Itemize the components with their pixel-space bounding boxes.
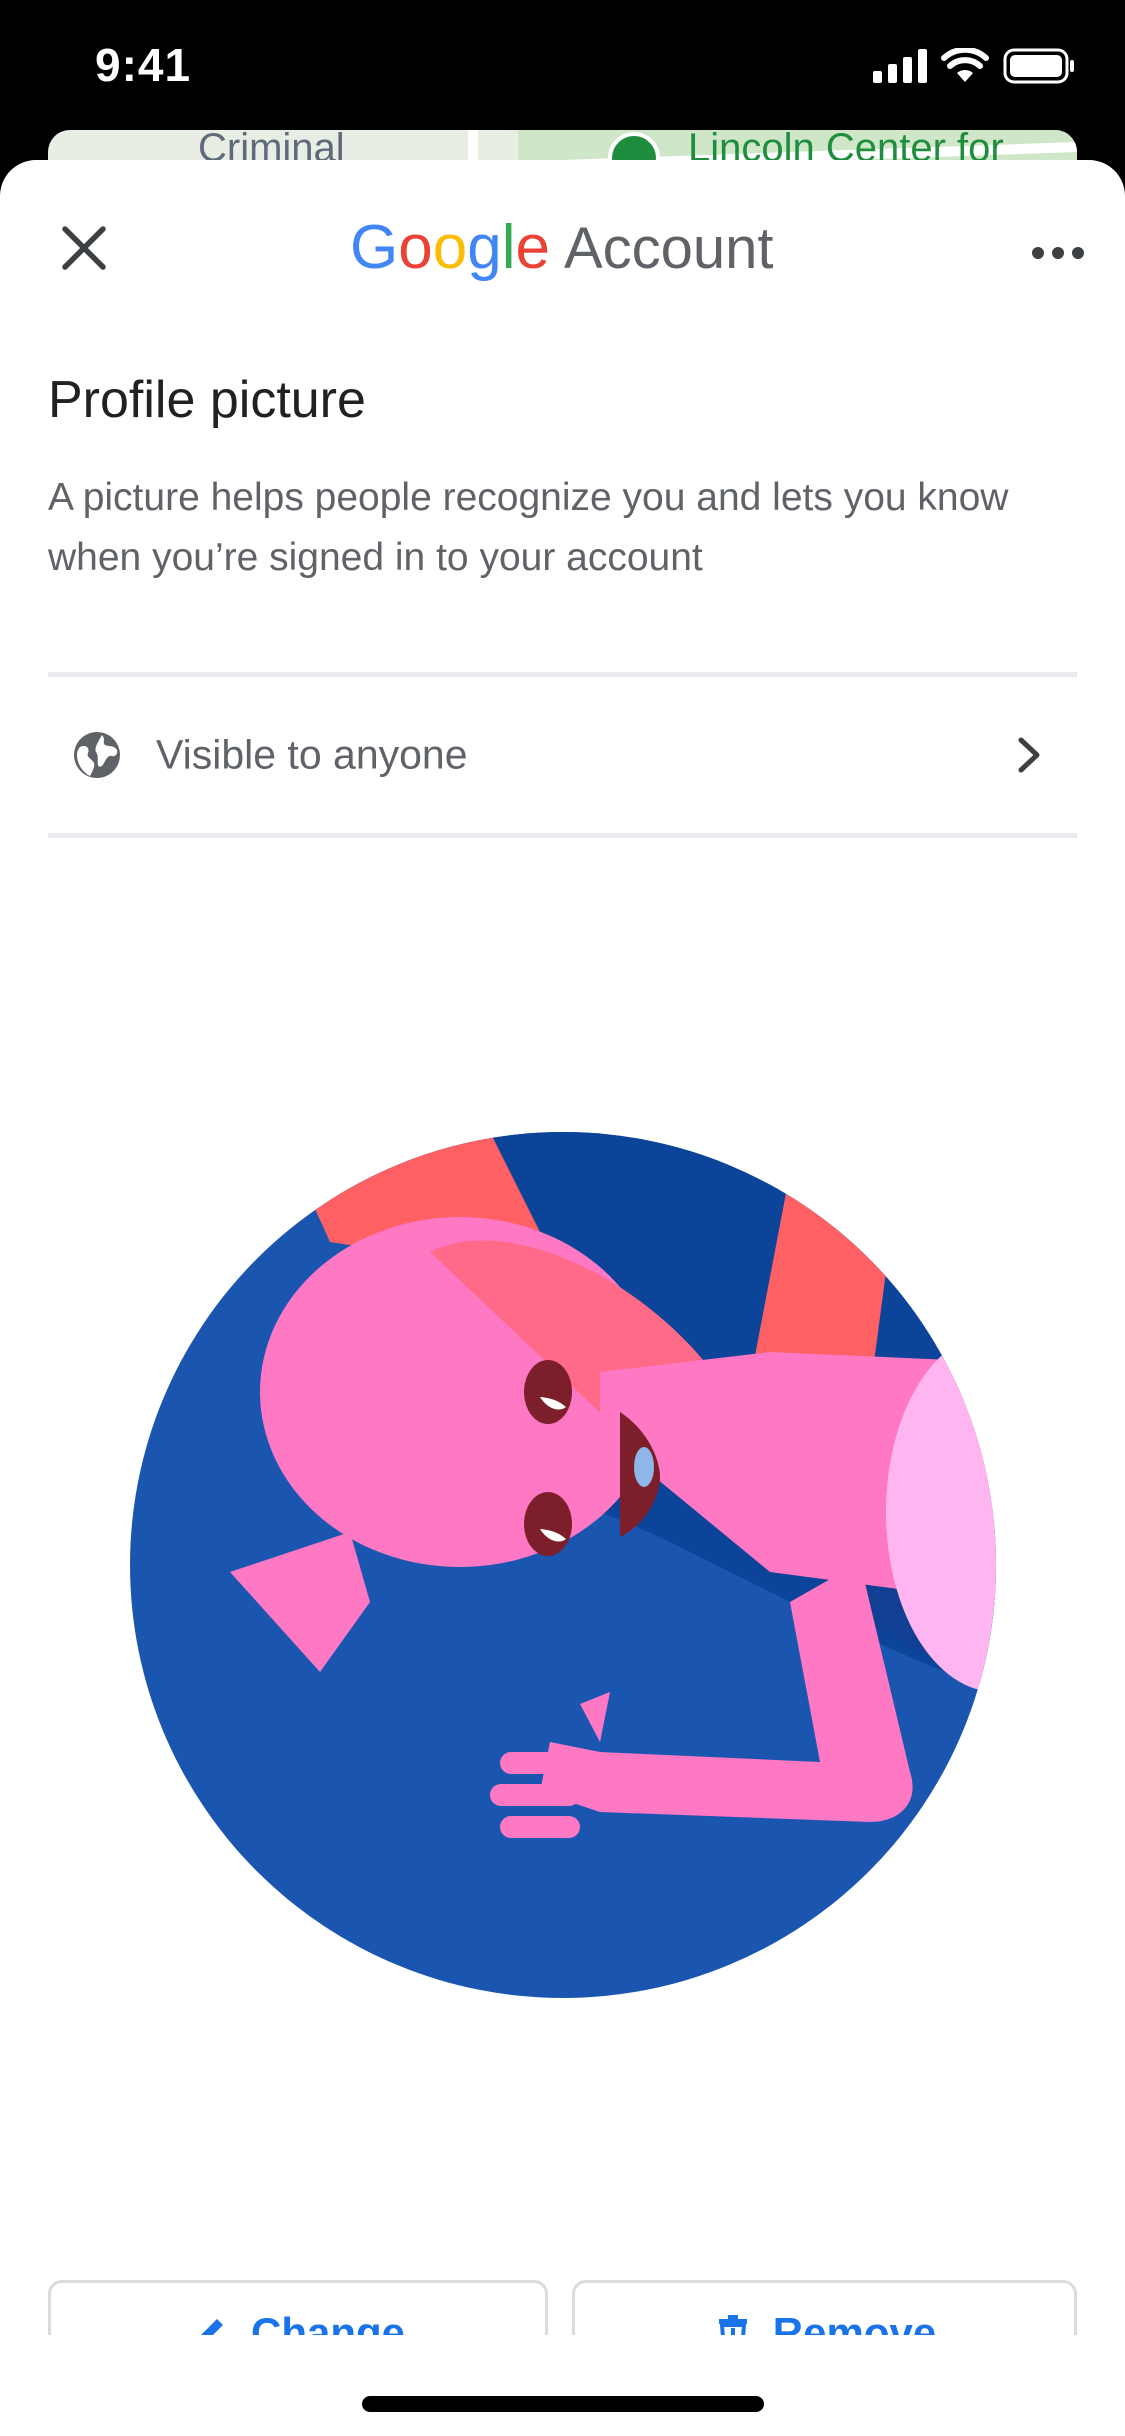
globe-icon [74,732,120,778]
profile-picture-sheet: Google Account Profile picture A picture… [0,160,1125,2436]
logo-letter: o [432,213,468,282]
logo-letter: G [350,213,399,282]
logo-letter: g [467,213,502,282]
profile-avatar-illustration [130,1132,996,1998]
google-account-logo: Google Account [350,212,774,292]
status-icons [873,48,1075,84]
bottom-overlay [0,2335,1125,2436]
page-description: A picture helps people recognize you and… [48,476,1009,579]
status-time: 9:41 [95,39,192,91]
google-wordmark: Google [350,212,550,283]
logo-account-text: Account [563,216,774,281]
more-dot-icon [1071,246,1084,259]
close-button[interactable] [46,210,121,285]
chevron-right-icon [1018,737,1040,773]
divider-bottom [48,833,1077,838]
divider-top [48,672,1077,677]
home-indicator[interactable] [362,2396,764,2412]
more-dot-icon [1051,246,1064,259]
cellular-signal-icon [873,49,927,83]
more-dot-icon [1031,246,1044,259]
more-options-button[interactable] [1020,220,1095,285]
sheet-header: Google Account [0,160,1125,330]
wifi-icon [941,48,989,82]
page-title: Profile picture [48,371,366,429]
logo-letter: l [501,213,516,282]
status-bar: 9:41 [0,0,1125,135]
visibility-setting-row[interactable]: Visible to anyone [48,680,1077,830]
logo-letter: e [515,213,550,282]
logo-letter: o [398,213,433,282]
visibility-label: Visible to anyone [156,731,468,778]
battery-icon [1003,48,1074,84]
close-icon [61,225,106,270]
